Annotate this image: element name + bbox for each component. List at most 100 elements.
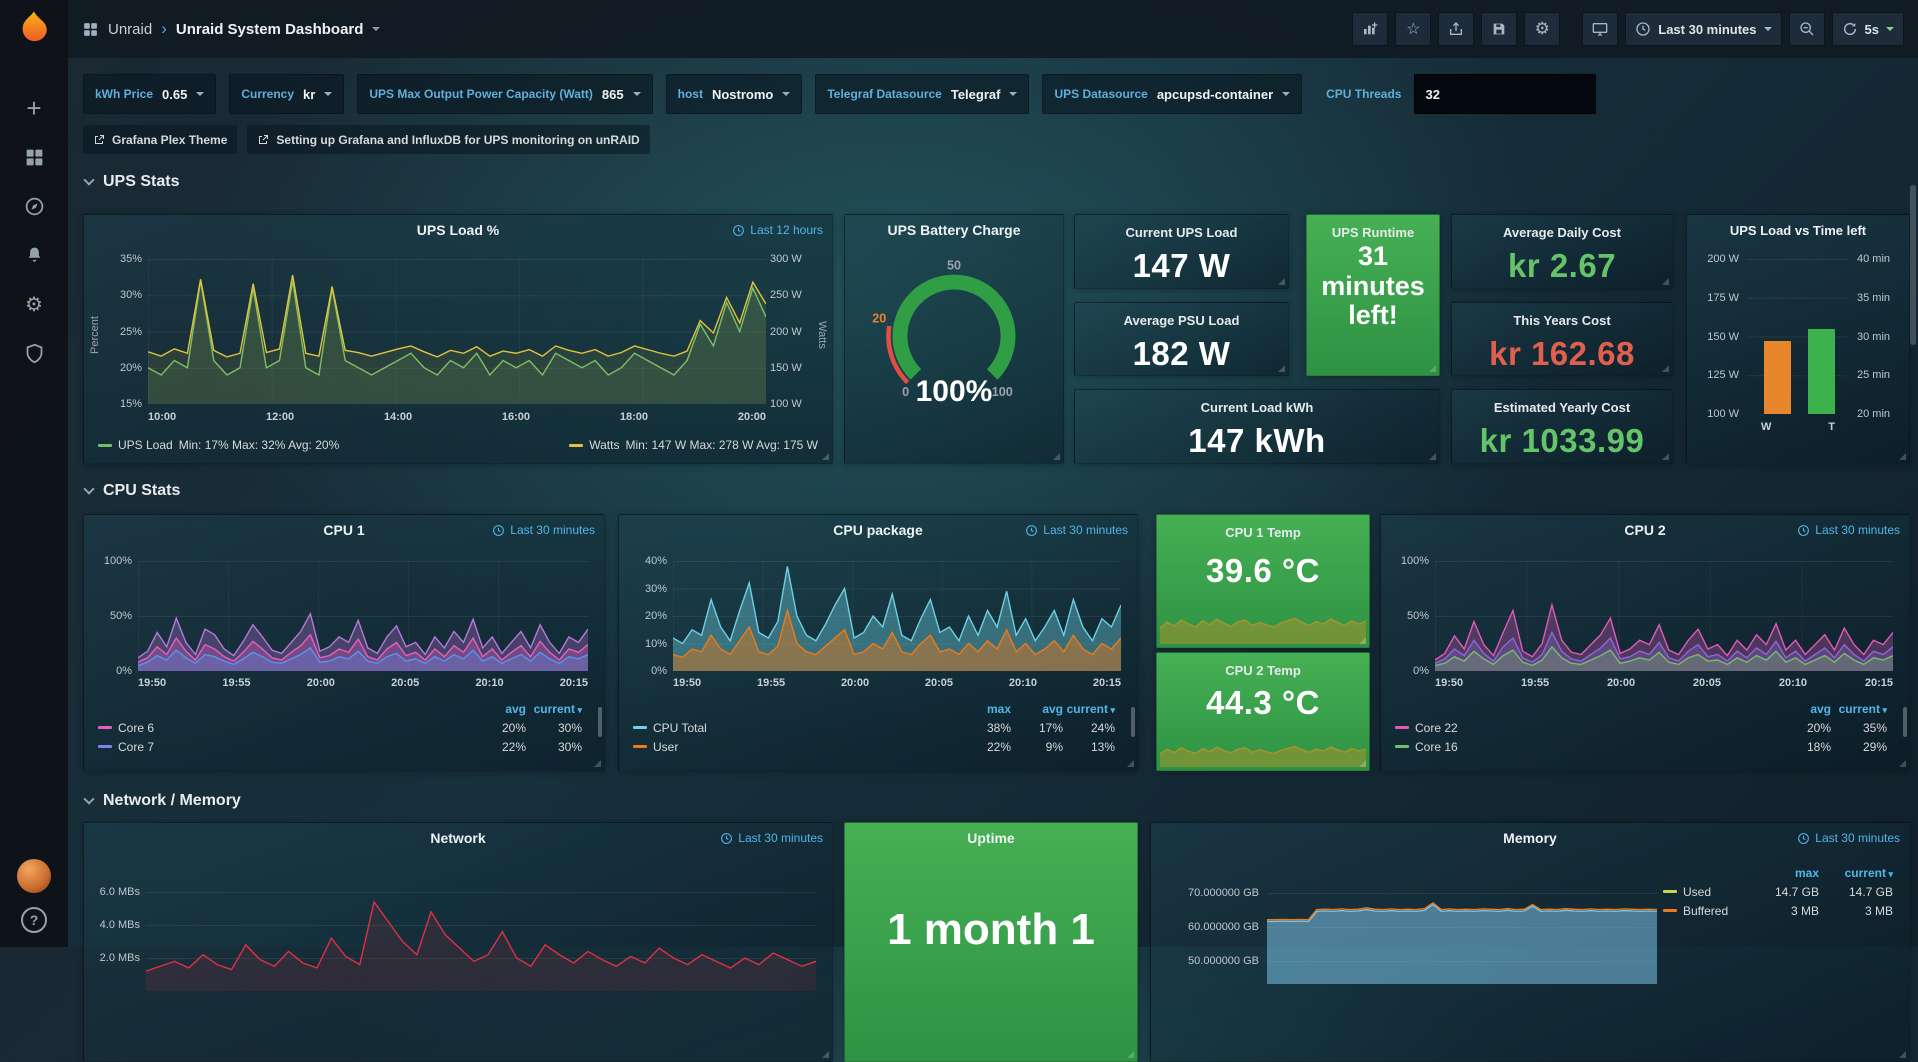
configuration-gear-icon[interactable]: ⚙ xyxy=(14,284,54,324)
section-cpu-stats[interactable]: CPU Stats xyxy=(85,482,180,500)
panel-timerange-link[interactable]: Last 30 minutes xyxy=(1797,515,1900,545)
y-axis-left: 35%30%25%20%15% xyxy=(104,253,142,410)
variable-label: Telegraf Datasource xyxy=(827,87,942,101)
legend-table[interactable]: avgcurrentCore 2220%35%Core 1618%29% xyxy=(1395,699,1887,756)
dashboard-caret-icon[interactable] xyxy=(372,27,380,31)
y-axis-left: 200 W175 W150 W125 W100 W xyxy=(1695,253,1739,420)
variable-currency[interactable]: Currency kr xyxy=(229,74,344,114)
legend-scrollbar[interactable] xyxy=(1131,707,1135,737)
refresh-button[interactable]: 5s xyxy=(1832,12,1904,46)
page-scrollbar-thumb[interactable] xyxy=(1910,185,1916,345)
panel-timerange-link[interactable]: Last 12 hours xyxy=(732,215,823,245)
stat-value: kr 162.68 xyxy=(1452,335,1672,373)
stat-title[interactable]: CPU 1 Temp xyxy=(1157,515,1369,540)
breadcrumb-app[interactable]: Unraid xyxy=(108,21,152,38)
create-icon[interactable]: + xyxy=(14,88,54,128)
panel-title[interactable]: CPU package xyxy=(833,522,922,538)
dashboard-settings-button[interactable]: ⚙ xyxy=(1524,12,1560,46)
variable-kwh-price[interactable]: kWh Price 0.65 xyxy=(83,74,216,114)
stat-title[interactable]: Current Load kWh xyxy=(1075,390,1439,415)
panel-title[interactable]: Uptime xyxy=(967,830,1014,846)
panel-timerange-link[interactable]: Last 30 minutes xyxy=(492,515,595,545)
legend-scrollbar[interactable] xyxy=(598,707,602,737)
legend-table[interactable]: maxcurrentUsed14.7 GB14.7 GBBuffered3 MB… xyxy=(1663,863,1893,920)
stat-title[interactable]: Average PSU Load xyxy=(1075,303,1288,328)
panel-timerange-link[interactable]: Last 30 minutes xyxy=(1025,515,1128,545)
breadcrumb: Unraid › Unraid System Dashboard xyxy=(82,19,380,39)
panel-network: Network Last 30 minutes 6.0 MBs4.0 MBs2.… xyxy=(83,822,833,1062)
grafana-logo-icon[interactable] xyxy=(17,10,51,44)
cpu2-chart[interactable] xyxy=(1435,561,1893,671)
chevron-down-icon xyxy=(324,92,332,96)
clock-icon xyxy=(1635,21,1651,37)
panel-title[interactable]: UPS Load % xyxy=(417,222,499,238)
cpu1-chart[interactable] xyxy=(138,561,588,671)
stat-title[interactable]: Estimated Yearly Cost xyxy=(1452,390,1672,415)
panel-title[interactable]: CPU 1 xyxy=(323,522,364,538)
help-icon[interactable]: ? xyxy=(21,907,47,933)
save-dashboard-button[interactable] xyxy=(1481,12,1517,46)
zoom-out-time-button[interactable] xyxy=(1789,12,1825,46)
panel-title[interactable]: UPS Battery Charge xyxy=(887,222,1020,238)
variable-label: Currency xyxy=(241,87,294,101)
stat-title[interactable]: Current UPS Load xyxy=(1075,215,1288,240)
dashboard-title[interactable]: Unraid System Dashboard xyxy=(176,21,364,38)
variable-telegraf-datasource[interactable]: Telegraf Datasource Telegraf xyxy=(815,74,1029,114)
legend-table[interactable]: maxavgcurrentCPU Total38%17%24%User22%9%… xyxy=(633,699,1115,756)
ups-load-chart[interactable] xyxy=(148,259,766,404)
gauge-mid-label: 50 xyxy=(947,259,961,273)
panel-this-years-cost: This Years Cost kr 162.68 xyxy=(1451,302,1673,376)
stat-title[interactable]: Average Daily Cost xyxy=(1452,215,1672,240)
legend-table[interactable]: avgcurrentCore 620%30%Core 722%30% xyxy=(98,699,582,756)
panel-title[interactable]: Memory xyxy=(1503,830,1557,846)
battery-gauge[interactable]: 0 50 100 20 100% xyxy=(845,251,1063,461)
panel-cpu1: CPU 1 Last 30 minutes 100%50%0% 19:5019:… xyxy=(83,514,605,771)
clock-icon xyxy=(492,524,505,537)
gauge-threshold-label: 20 xyxy=(872,311,886,325)
dashboards-icon[interactable] xyxy=(14,137,54,177)
share-dashboard-button[interactable] xyxy=(1438,12,1474,46)
stat-title[interactable]: UPS Runtime xyxy=(1307,215,1439,240)
panel-average-psu-load: Average PSU Load 182 W xyxy=(1074,302,1289,376)
alerting-bell-icon[interactable] xyxy=(14,235,54,275)
variable-ups-max-output[interactable]: UPS Max Output Power Capacity (Watt) 865 xyxy=(357,74,652,114)
legend-item-watts[interactable]: Watts Min: 147 W Max: 278 W Avg: 175 W xyxy=(569,438,818,452)
panel-title[interactable]: UPS Load vs Time left xyxy=(1730,223,1866,238)
section-ups-stats[interactable]: UPS Stats xyxy=(85,173,179,191)
legend-scrollbar[interactable] xyxy=(1903,707,1907,737)
memory-chart[interactable] xyxy=(1267,869,1657,984)
user-avatar[interactable] xyxy=(17,859,51,893)
stat-title[interactable]: CPU 2 Temp xyxy=(1157,653,1369,678)
stat-title[interactable]: This Years Cost xyxy=(1452,303,1672,328)
share-icon xyxy=(1448,21,1464,37)
panel-timerange-link[interactable]: Last 30 minutes xyxy=(1797,823,1900,853)
cpu-package-chart[interactable] xyxy=(673,561,1121,671)
variable-host[interactable]: host Nostromo xyxy=(666,74,803,114)
network-chart[interactable] xyxy=(146,869,816,991)
variable-ups-datasource[interactable]: UPS Datasource apcupsd-container xyxy=(1042,74,1302,114)
cycle-view-button[interactable] xyxy=(1582,12,1618,46)
bar-time[interactable] xyxy=(1808,329,1835,414)
ups-bars-chart[interactable] xyxy=(1747,259,1849,414)
time-range-picker[interactable]: Last 30 minutes xyxy=(1625,12,1781,46)
refresh-caret-icon[interactable] xyxy=(1886,27,1894,31)
link-ups-monitoring-guide[interactable]: Setting up Grafana and InfluxDB for UPS … xyxy=(247,125,649,154)
legend-item-ups-load[interactable]: UPS Load Min: 17% Max: 32% Avg: 20% xyxy=(98,438,339,452)
bar-watts[interactable] xyxy=(1764,341,1791,414)
panel-title[interactable]: Network xyxy=(430,830,485,846)
explore-icon[interactable] xyxy=(14,186,54,226)
top-nav: Unraid › Unraid System Dashboard ☆ ⚙ Las… xyxy=(68,0,1918,58)
panel-title[interactable]: CPU 2 xyxy=(1624,522,1665,538)
variable-cpu-threads: CPU Threads xyxy=(1315,74,1401,114)
server-admin-shield-icon[interactable] xyxy=(14,333,54,373)
cpu-threads-input[interactable] xyxy=(1414,74,1596,114)
star-dashboard-button[interactable]: ☆ xyxy=(1395,12,1431,46)
panel-timerange-link[interactable]: Last 30 minutes xyxy=(720,823,823,853)
chevron-down-icon xyxy=(1282,92,1290,96)
refresh-interval-label[interactable]: 5s xyxy=(1865,22,1879,37)
variable-label: host xyxy=(678,87,703,101)
section-network-memory[interactable]: Network / Memory xyxy=(85,792,241,810)
x-axis: 19:5019:5520:0020:0520:1020:15 xyxy=(138,677,588,689)
add-panel-button[interactable] xyxy=(1352,12,1388,46)
link-grafana-plex-theme[interactable]: Grafana Plex Theme xyxy=(83,125,237,154)
